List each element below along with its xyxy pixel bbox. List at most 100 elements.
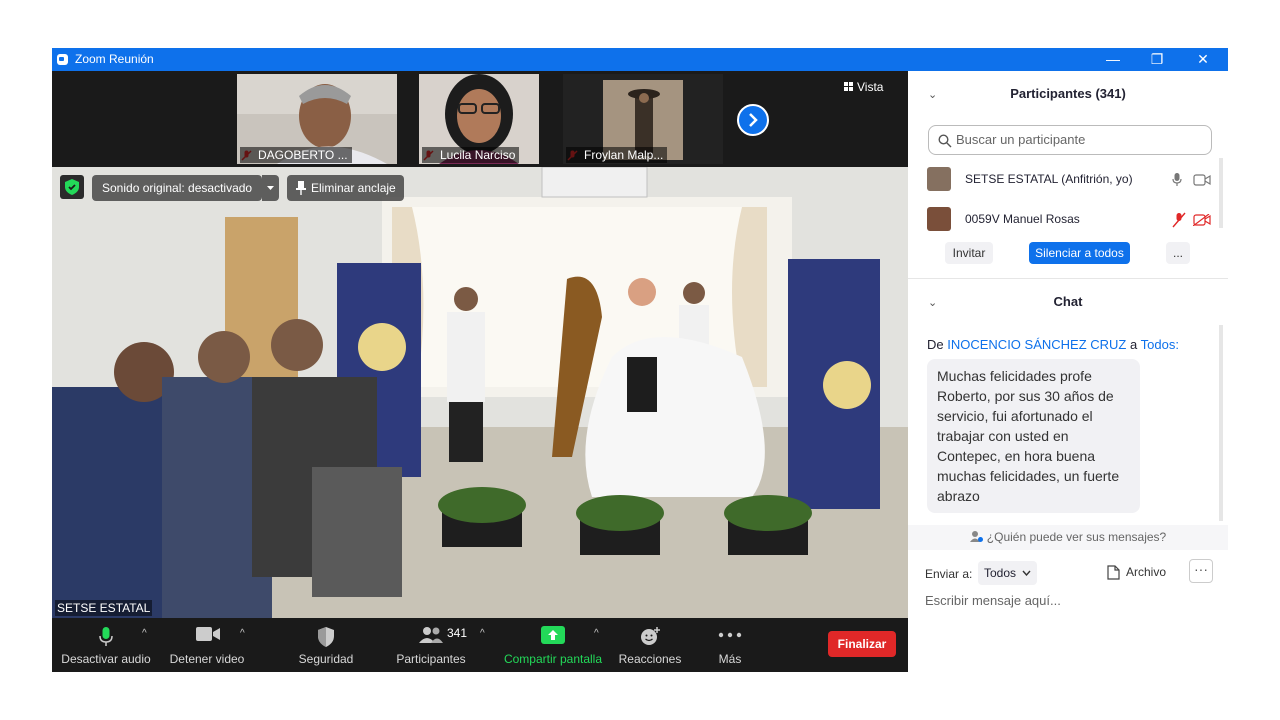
participant-row-host[interactable]: SETSE ESTATAL (Anfitrión, yo) — [926, 165, 1211, 195]
muted-mic-icon[interactable] — [1172, 212, 1186, 228]
send-to-label: Enviar a: — [925, 567, 973, 581]
speaker-name-label: SETSE ESTATAL — [55, 600, 153, 616]
share-screen-icon — [541, 626, 565, 644]
sender-name[interactable]: INOCENCIO SÁNCHEZ CRUZ — [947, 337, 1126, 352]
thumbnail-dagoberto[interactable]: DAGOBERTO ... — [237, 74, 397, 164]
reactions-button[interactable]: Reacciones — [616, 618, 684, 672]
video-area: DAGOBERTO ... Lucila Narciso Froylan Mal… — [52, 71, 908, 672]
participants-count: 341 — [447, 626, 468, 640]
unpin-button[interactable]: Eliminar anclaje — [287, 175, 404, 201]
share-screen-label: Compartir pantalla — [503, 652, 603, 666]
more-dots-icon — [718, 632, 742, 638]
thumbnail-strip: DAGOBERTO ... Lucila Narciso Froylan Mal… — [52, 71, 908, 167]
participant-name: 0059V Manuel Rosas — [965, 212, 1080, 226]
file-button[interactable]: Archivo — [1104, 565, 1167, 580]
file-icon — [1107, 565, 1120, 580]
video-camera-icon[interactable] — [1193, 174, 1211, 186]
window-title: Zoom Reunión — [75, 52, 154, 66]
participants-more-button[interactable]: ... — [1166, 242, 1190, 264]
participants-scrollbar[interactable] — [1219, 158, 1223, 228]
grid-icon — [844, 82, 853, 91]
participant-search-input[interactable]: Buscar un participante — [928, 125, 1212, 155]
side-panel: ⌄ Participantes (341) Buscar un particip… — [908, 71, 1228, 672]
mute-all-button[interactable]: Silenciar a todos — [1029, 242, 1130, 264]
who-can-see-label: ¿Quién puede ver sus mensajes? — [986, 530, 1167, 544]
chevron-down-icon — [1022, 570, 1031, 577]
reaction-smiley-icon — [641, 627, 660, 645]
message-recipient: Todos: — [1140, 337, 1179, 352]
share-options-caret[interactable]: ^ — [594, 628, 599, 639]
video-options-caret[interactable]: ^ — [240, 628, 245, 639]
participant-name: SETSE ESTATAL (Anfitrión, yo) — [965, 172, 1133, 186]
participants-panel-title: Participantes (341) — [1010, 86, 1126, 101]
pin-icon — [296, 181, 306, 195]
security-label: Seguridad — [298, 652, 354, 666]
security-button[interactable]: Seguridad — [292, 618, 360, 672]
chat-message-bubble: Muchas felicidades profe Roberto, por su… — [927, 359, 1140, 513]
to-word: a — [1130, 337, 1138, 352]
file-label: Archivo — [1126, 565, 1167, 579]
participants-icon — [419, 627, 443, 643]
view-button[interactable]: Vista — [844, 80, 883, 94]
thumbnail-name: Lucila Narciso — [422, 147, 520, 163]
participants-button[interactable]: 341 Participantes — [392, 618, 470, 672]
chat-message-input[interactable]: Escribir mensaje aquí... — [925, 593, 1061, 608]
chat-scrollbar[interactable] — [1219, 325, 1223, 521]
participants-options-caret[interactable]: ^ — [480, 628, 485, 639]
shield-check-icon — [65, 179, 79, 195]
microphone-icon[interactable] — [1172, 172, 1182, 188]
avatar — [927, 167, 951, 191]
end-meeting-button[interactable]: Finalizar — [828, 631, 896, 657]
video-off-icon[interactable] — [1193, 214, 1211, 226]
main-video[interactable]: Sonido original: desactivado Eliminar an… — [52, 167, 908, 618]
restore-button[interactable]: ❐ — [1134, 48, 1180, 71]
original-sound-dropdown[interactable] — [262, 175, 279, 201]
thumbnail-froylan[interactable]: Froylan Malp... — [563, 74, 723, 164]
section-divider — [908, 278, 1228, 279]
thumbnail-lucila[interactable]: Lucila Narciso — [419, 74, 539, 164]
thumbnail-name: DAGOBERTO ... — [240, 147, 352, 163]
security-shield-icon — [318, 627, 334, 647]
chat-message-header: De INOCENCIO SÁNCHEZ CRUZ a Todos: — [927, 337, 1179, 352]
stop-video-label: Detener video — [169, 652, 245, 666]
audio-options-caret[interactable]: ^ — [142, 628, 147, 639]
search-icon — [938, 134, 952, 148]
who-can-see-link[interactable]: ¿Quién puede ver sus mensajes? — [908, 525, 1228, 550]
invite-button[interactable]: Invitar — [945, 242, 993, 264]
main-video-scene — [52, 167, 908, 618]
recipient-value: Todos — [984, 566, 1017, 580]
participants-label: Participantes — [396, 652, 466, 666]
close-button[interactable]: ✕ — [1180, 48, 1226, 71]
chevron-right-icon — [749, 113, 758, 127]
reactions-label: Reacciones — [618, 652, 682, 666]
original-sound-label: Sonido original: desactivado — [102, 181, 253, 195]
original-sound-toggle[interactable]: Sonido original: desactivado — [92, 175, 263, 201]
unpin-label: Eliminar anclaje — [311, 181, 396, 195]
participant-row[interactable]: 0059V Manuel Rosas — [926, 205, 1211, 235]
chat-more-button[interactable]: ··· — [1189, 559, 1213, 583]
title-bar: Zoom Reunión — ❐ ✕ — [52, 48, 1228, 71]
video-camera-icon — [196, 627, 220, 641]
share-screen-button[interactable]: Compartir pantalla — [500, 618, 606, 672]
from-prefix: De — [927, 337, 944, 352]
thumbnail-name: Froylan Malp... — [566, 147, 668, 163]
caret-down-icon — [267, 186, 274, 190]
meeting-toolbar: Desactivar audio ^ Detener video ^ Segur… — [52, 618, 908, 672]
mute-audio-button[interactable]: Desactivar audio — [58, 618, 154, 672]
mute-audio-label: Desactivar audio — [61, 652, 151, 666]
stop-video-button[interactable]: Detener video — [162, 618, 252, 672]
next-page-button[interactable] — [737, 104, 769, 136]
zoom-app-icon — [57, 54, 68, 65]
person-icon — [969, 531, 983, 542]
more-button[interactable]: Más — [704, 618, 756, 672]
chat-panel-title: Chat — [1053, 294, 1083, 309]
view-label: Vista — [857, 80, 884, 94]
minimize-button[interactable]: — — [1090, 48, 1136, 71]
encryption-shield-icon[interactable] — [60, 175, 84, 199]
more-label: Más — [718, 652, 742, 666]
zoom-window: Zoom Reunión — ❐ ✕ DAGOBERTO ... Lucila … — [52, 48, 1228, 672]
recipient-dropdown[interactable]: Todos — [978, 561, 1038, 585]
search-placeholder: Buscar un participante — [956, 132, 1086, 147]
microphone-icon — [99, 627, 113, 646]
avatar — [927, 207, 951, 231]
